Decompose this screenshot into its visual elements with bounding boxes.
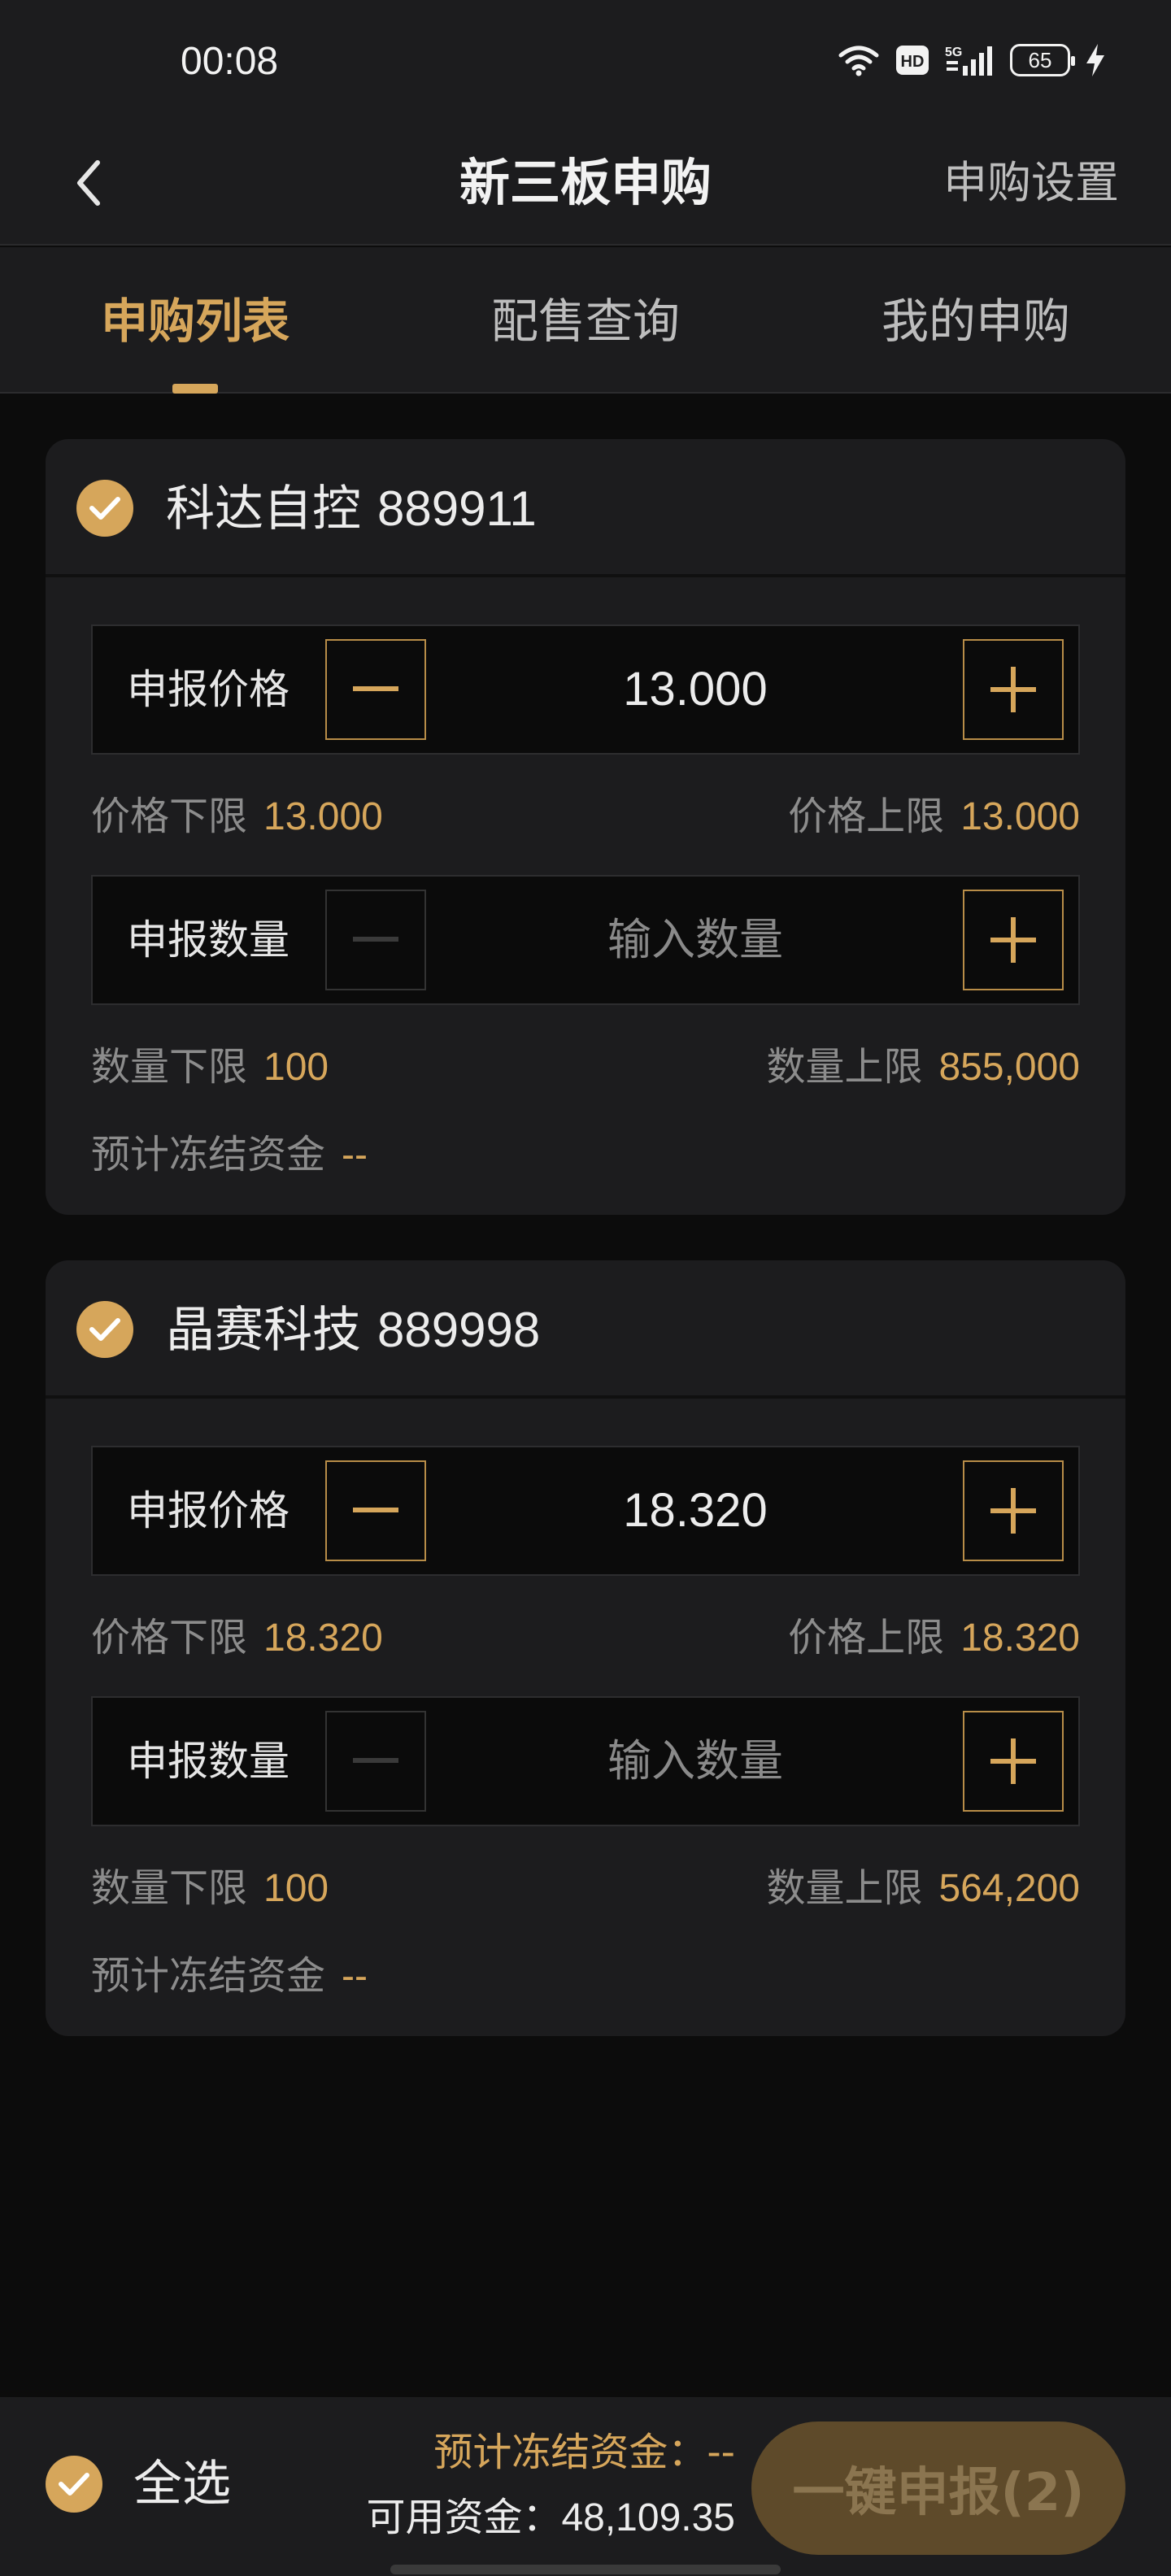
quantity-decrease-button[interactable] <box>325 890 426 990</box>
price-label: 申报价格 <box>127 666 289 713</box>
price-limits: 价格下限 18.320 价格上限 18.320 <box>91 1605 1080 1670</box>
quantity-limits: 数量下限 100 数量上限 855,000 <box>91 1034 1080 1099</box>
price-decrease-button[interactable] <box>325 1460 426 1561</box>
price-input-row: 申报价格 13.000 <box>91 624 1080 755</box>
home-indicator <box>390 2565 781 2574</box>
stock-card-header: 晶赛科技 889998 <box>46 1260 1125 1399</box>
available-funds: 可用资金：48,109.35 <box>366 2490 735 2546</box>
price-high-label: 价格上限 <box>788 794 945 839</box>
freeze-label: 预计冻结资金 <box>91 1953 326 1999</box>
stock-name: 晶赛科技 <box>166 1302 361 1359</box>
price-value[interactable]: 13.000 <box>434 626 956 753</box>
quantity-low-label: 数量下限 <box>91 1044 248 1090</box>
stock-code: 889998 <box>377 1303 541 1357</box>
signal-5g-icon: 5G <box>945 46 992 76</box>
tab-subscription-list[interactable]: 申购列表 <box>0 283 390 351</box>
hd-icon: HD <box>896 46 929 75</box>
active-tab-indicator <box>172 384 218 394</box>
quantity-increase-button[interactable] <box>963 1711 1064 1812</box>
checkmark-icon <box>89 497 120 520</box>
bottom-action-bar: 全选 预计冻结资金：-- 可用资金：48,109.35 一键申报(2) <box>0 2397 1171 2576</box>
freeze-label: 预计冻结资金 <box>91 1132 326 1177</box>
stock-name: 科达自控 <box>166 481 361 537</box>
battery-level: 65 <box>1028 47 1052 72</box>
wifi-icon <box>838 46 879 76</box>
checkmark-icon <box>59 2473 89 2496</box>
total-freeze: 预计冻结资金：-- <box>433 2425 735 2480</box>
plus-icon <box>990 1738 1036 1784</box>
price-high-value: 18.320 <box>960 1617 1080 1660</box>
quantity-low-label: 数量下限 <box>91 1865 248 1911</box>
quantity-low-value: 100 <box>263 1046 329 1089</box>
plus-icon <box>990 667 1036 712</box>
quantity-low-value: 100 <box>263 1867 329 1910</box>
svg-text:5G: 5G <box>945 46 962 59</box>
checkmark-icon <box>89 1318 120 1341</box>
price-low-label: 价格下限 <box>91 794 248 839</box>
price-label: 申报价格 <box>127 1487 289 1534</box>
stock-card-header: 科达自控 889911 <box>46 439 1125 577</box>
minus-icon <box>353 686 398 691</box>
quantity-input-row: 申报数量 输入数量 <box>91 875 1080 1005</box>
quantity-high-label: 数量上限 <box>766 1865 923 1911</box>
select-all-checkbox[interactable] <box>46 2456 102 2513</box>
available-funds-value: 48,109.35 <box>561 2496 735 2539</box>
price-increase-button[interactable] <box>963 1460 1064 1561</box>
stock-title: 晶赛科技 889998 <box>166 1296 540 1364</box>
total-freeze-label: 预计冻结资金： <box>433 2430 707 2475</box>
quantity-decrease-button[interactable] <box>325 1711 426 1812</box>
price-low-value: 13.000 <box>263 795 383 838</box>
stock-title: 科达自控 889911 <box>166 475 537 543</box>
price-low-value: 18.320 <box>263 1617 383 1660</box>
tab-allotment-query[interactable]: 配售查询 <box>390 283 781 351</box>
quantity-limits: 数量下限 100 数量上限 564,200 <box>91 1856 1080 1921</box>
price-increase-button[interactable] <box>963 639 1064 740</box>
quantity-input[interactable]: 输入数量 <box>434 877 956 1003</box>
available-funds-label: 可用资金： <box>366 2495 562 2540</box>
stock-code: 889911 <box>377 481 537 536</box>
stock-checkbox[interactable] <box>76 480 133 537</box>
nav-bar: 新三板申购 申购设置 <box>0 122 1171 246</box>
plus-icon <box>990 1488 1036 1534</box>
stock-checkbox[interactable] <box>76 1301 133 1358</box>
stock-card: 科达自控 889911 申报价格 13.000 价格下限 13.000 价格上限 13… <box>46 439 1125 1215</box>
one-click-submit-button[interactable]: 一键申报(2) <box>751 2422 1125 2555</box>
quantity-high-value: 564,200 <box>938 1867 1080 1910</box>
quantity-high-value: 855,000 <box>938 1046 1080 1089</box>
quantity-input-row: 申报数量 输入数量 <box>91 1696 1080 1826</box>
freeze-value: -- <box>342 1955 368 1998</box>
price-limits: 价格下限 13.000 价格上限 13.000 <box>91 784 1080 849</box>
freeze-value: -- <box>342 1134 368 1177</box>
status-icons: HD 5G 65 <box>838 42 1106 78</box>
quantity-label: 申报数量 <box>127 916 289 964</box>
price-input-row: 申报价格 18.320 <box>91 1446 1080 1576</box>
quantity-increase-button[interactable] <box>963 890 1064 990</box>
subscription-settings-link[interactable]: 申购设置 <box>943 146 1119 220</box>
stock-card: 晶赛科技 889998 申报价格 18.320 价格下限 18.320 价格上限 18… <box>46 1260 1125 2036</box>
quantity-input[interactable]: 输入数量 <box>434 1698 956 1825</box>
total-freeze-value: -- <box>707 2430 735 2475</box>
estimated-freeze: 预计冻结资金 -- <box>91 1943 1080 2008</box>
svg-text:HD: HD <box>901 53 925 71</box>
status-bar: 00:08 HD 5G 65 <box>0 0 1171 122</box>
status-time: 00:08 <box>181 40 279 83</box>
quantity-high-label: 数量上限 <box>766 1044 923 1090</box>
select-all-label[interactable]: 全选 <box>133 2448 231 2521</box>
quantity-label: 申报数量 <box>127 1738 289 1785</box>
charging-icon <box>1086 44 1104 76</box>
price-decrease-button[interactable] <box>325 639 426 740</box>
price-high-value: 13.000 <box>960 795 1080 838</box>
price-high-label: 价格上限 <box>788 1615 945 1660</box>
tab-bar: 申购列表 配售查询 我的申购 <box>0 247 1171 394</box>
battery-icon: 65 <box>1010 44 1075 76</box>
plus-icon <box>990 917 1036 963</box>
price-value[interactable]: 18.320 <box>434 1447 956 1574</box>
price-low-label: 价格下限 <box>91 1615 248 1660</box>
tab-my-subscriptions[interactable]: 我的申购 <box>781 283 1171 351</box>
estimated-freeze: 预计冻结资金 -- <box>91 1122 1080 1187</box>
minus-icon <box>353 1508 398 1512</box>
minus-icon <box>353 1758 398 1763</box>
minus-icon <box>353 937 398 942</box>
